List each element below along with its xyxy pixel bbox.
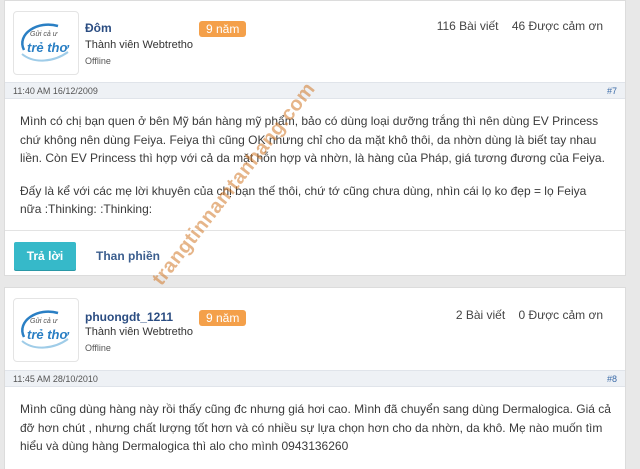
membership-badge: 9 năm <box>199 21 247 37</box>
user-status: Offline <box>85 56 111 66</box>
reply-button[interactable]: Trả lời <box>14 242 76 270</box>
username[interactable]: phuongdt_1211 <box>85 310 173 324</box>
user-stats: 2 Bài viết 0 Được cảm ơn <box>456 308 603 322</box>
post-actions: Trả lời Than phiền <box>5 230 625 275</box>
post-paragraph: Mình có chị bạn quen ở bên Mỹ bán hàng m… <box>20 114 605 166</box>
post-number-link[interactable]: #8 <box>607 371 617 388</box>
avatar[interactable]: Gửi cả ư trẻ thơ <box>13 298 79 362</box>
thanks-count: 46 Được cảm ơn <box>511 19 603 33</box>
post-header: Gửi cả ư trẻ thơ Đôm 9 năm Thành viên We… <box>5 1 625 79</box>
post-timestamp: 11:40 AM 16/12/2009 <box>13 86 98 96</box>
avatar-text-main: trẻ thơ <box>27 40 70 55</box>
thanks-count: 0 Được cảm ơn <box>518 308 603 322</box>
post-meta-bar: 11:45 AM 28/10/2010 #8 <box>5 370 625 387</box>
post-content: Mình có chị bạn quen ở bên Mỹ bán hàng m… <box>20 112 611 219</box>
webtretho-logo-icon: Gửi cả ư trẻ thơ <box>21 23 70 62</box>
avatar[interactable]: Gửi cả ư trẻ thơ <box>13 11 79 75</box>
post-meta-bar: 11:40 AM 16/12/2009 #7 <box>5 82 625 99</box>
post-paragraph: Mình cũng dùng hàng này rồi thấy cũng đc… <box>20 402 611 454</box>
user-rank: Thành viên Webtretho <box>85 326 194 338</box>
post-header: Gửi cả ư trẻ thơ phuongdt_1211 9 năm Thà… <box>5 288 625 366</box>
post-paragraph: Đấy là kể với các mẹ lời khuyên của chị … <box>20 183 587 217</box>
membership-badge: 9 năm <box>199 310 247 326</box>
user-status: Offline <box>85 343 111 353</box>
post-number-link[interactable]: #7 <box>607 83 617 100</box>
avatar-text-top: Gửi cả ư <box>30 30 58 38</box>
post-timestamp: 11:45 AM 28/10/2010 <box>13 374 98 384</box>
avatar-text-top: Gửi cả ư <box>30 317 58 325</box>
avatar-text-main: trẻ thơ <box>27 327 70 342</box>
post-7: Gửi cả ư trẻ thơ Đôm 9 năm Thành viên We… <box>4 0 626 276</box>
username[interactable]: Đôm <box>85 21 112 35</box>
user-rank: Thành viên Webtretho <box>85 39 194 51</box>
post-8: Gửi cả ư trẻ thơ phuongdt_1211 9 năm Thà… <box>4 287 626 469</box>
post-content: Mình cũng dùng hàng này rồi thấy cũng đc… <box>20 400 611 456</box>
post-count: 2 Bài viết <box>455 308 506 322</box>
webtretho-logo-icon: Gửi cả ư trẻ thơ <box>21 310 70 349</box>
report-button[interactable]: Than phiền <box>96 242 160 270</box>
user-stats: 116 Bài viết 46 Được cảm ơn <box>437 19 603 33</box>
post-count: 116 Bài viết <box>436 19 499 33</box>
